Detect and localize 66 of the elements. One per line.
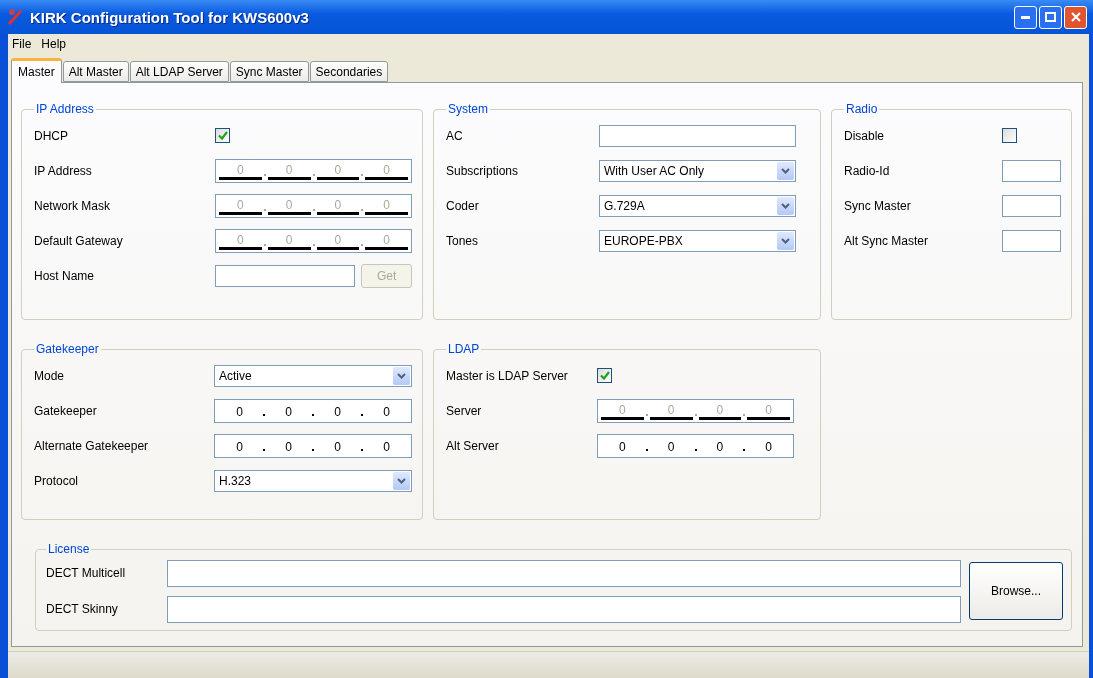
- field-label: Host Name: [34, 268, 96, 283]
- tab[interactable]: Alt LDAP Server: [129, 61, 229, 82]
- group-title: Radio: [845, 102, 879, 116]
- chevron-down-icon: [781, 202, 790, 209]
- field-label: DECT Skinny: [46, 602, 119, 616]
- chevron-down-icon: [781, 167, 790, 174]
- group-title: License: [47, 542, 91, 556]
- dropdown[interactable]: With User AC Only: [599, 159, 796, 182]
- tab[interactable]: Secondaries: [309, 61, 389, 82]
- field-label: Disable: [844, 128, 886, 143]
- group-title: IP Address: [35, 102, 95, 116]
- field-label: Radio-Id: [844, 163, 891, 178]
- dropdown[interactable]: EUROPE-PBX: [599, 229, 796, 252]
- window-title: KIRK Configuration Tool for KWS600v3: [30, 8, 310, 26]
- checkbox[interactable]: [215, 128, 230, 143]
- input-field[interactable]: [599, 124, 796, 147]
- field-label: Tones: [446, 233, 480, 248]
- group-title: LDAP: [447, 342, 481, 356]
- ip-address-field[interactable]: 0 0 0 0: [214, 433, 412, 458]
- input-field[interactable]: [167, 595, 961, 623]
- close-icon: [1070, 12, 1081, 22]
- input-field[interactable]: [1002, 194, 1061, 217]
- checkbox[interactable]: [1002, 128, 1017, 143]
- field-label: Network Mask: [34, 198, 111, 213]
- input-field[interactable]: [167, 559, 961, 587]
- field-label: DECT Multicell: [46, 566, 127, 580]
- field-label: Mode: [34, 368, 66, 383]
- field-label: Subscriptions: [446, 163, 520, 178]
- maximize-button[interactable]: [1039, 5, 1062, 29]
- dropdown[interactable]: G.729A: [599, 194, 796, 217]
- close-button[interactable]: [1064, 5, 1087, 29]
- tab[interactable]: Alt Master: [62, 61, 129, 82]
- field-label: Alt Server: [446, 438, 500, 453]
- field-label: Alternate Gatekeeper: [34, 438, 150, 453]
- field-label: DHCP: [34, 128, 69, 143]
- field-label: IP Address: [34, 163, 93, 178]
- group-title: Gatekeeper: [35, 342, 100, 356]
- dropdown[interactable]: Active: [214, 364, 412, 387]
- ip-address-field[interactable]: 0 0 0 0: [597, 433, 794, 458]
- group-title: System: [447, 102, 489, 116]
- chevron-down-icon: [397, 372, 406, 379]
- input-field[interactable]: [1002, 229, 1061, 252]
- field-label: Server: [446, 403, 483, 418]
- menu-item[interactable]: File: [10, 37, 34, 51]
- minimize-icon: [1021, 15, 1030, 19]
- field-label: Sync Master: [844, 198, 912, 213]
- field-label: Gatekeeper: [34, 403, 98, 418]
- browse-button[interactable]: Browse...: [969, 562, 1063, 620]
- dropdown[interactable]: H.323: [214, 469, 412, 492]
- tab[interactable]: Sync Master: [229, 61, 309, 82]
- field-label: Master is LDAP Server: [446, 368, 569, 383]
- tab[interactable]: Master: [11, 58, 62, 83]
- field-label: Default Gateway: [34, 233, 124, 248]
- chevron-down-icon: [397, 477, 406, 484]
- chevron-down-icon: [781, 237, 790, 244]
- ip-address-field[interactable]: 0 0 0 0: [214, 398, 412, 423]
- checkbox[interactable]: [597, 368, 612, 383]
- menu-item[interactable]: Help: [39, 37, 69, 51]
- field-label: Protocol: [34, 473, 80, 488]
- input-field[interactable]: [1002, 159, 1061, 182]
- input-field[interactable]: [215, 264, 356, 287]
- field-label: AC: [446, 128, 464, 143]
- minimize-button[interactable]: [1014, 5, 1037, 29]
- field-label: Coder: [446, 198, 480, 213]
- maximize-icon: [1045, 12, 1056, 22]
- field-label: Alt Sync Master: [844, 233, 930, 248]
